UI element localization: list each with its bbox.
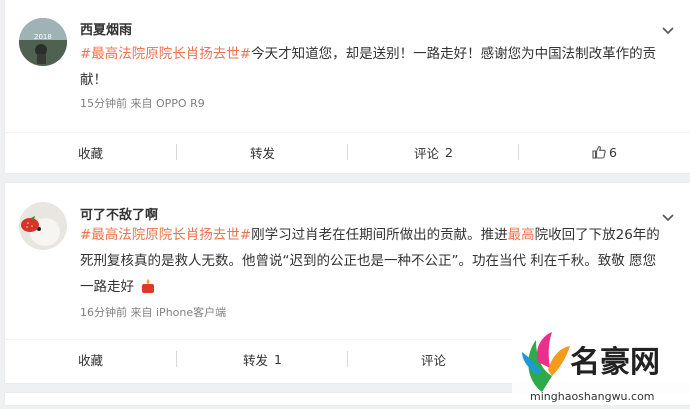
chevron-down-icon[interactable] [662, 20, 674, 39]
collect-button[interactable]: 收藏 [5, 339, 176, 379]
comment-count: 2 [445, 144, 453, 160]
action-bar: 收藏 转发 评论 2 6 [5, 132, 690, 172]
post-source[interactable]: OPPO R9 [156, 97, 205, 110]
post-meta: 16分钟前 来自 iPhone客户端 [80, 304, 226, 320]
like-count: 6 [609, 144, 617, 160]
topic-link[interactable]: #最高法院原院长肖扬去世# [80, 46, 251, 62]
comment-button[interactable]: 评论 [348, 339, 519, 379]
watermark-url: minghaoshangwu.com [530, 390, 655, 403]
post-source[interactable]: iPhone客户端 [156, 306, 226, 319]
avatar[interactable]: 2018 [19, 18, 67, 66]
post-meta: 15分钟前 来自 OPPO R9 [80, 95, 205, 111]
source-prefix: 来自 [130, 97, 153, 110]
watermark-name: 名豪网 [570, 345, 660, 380]
avatar[interactable] [19, 202, 67, 250]
topic-link[interactable]: #最高法院原院长肖扬去世# [80, 227, 251, 243]
post-time[interactable]: 15分钟前 [80, 97, 127, 110]
avatar-caption: 2018 [34, 33, 52, 41]
source-prefix: 来自 [130, 306, 153, 319]
comment-button[interactable]: 评论 2 [348, 132, 519, 172]
thumbs-up-icon [592, 145, 606, 159]
username[interactable]: 可了不敌了啊 [80, 204, 158, 223]
candle-emoji-icon [140, 277, 156, 303]
watermark-logo: 名豪网 minghaoshangwu.com [512, 326, 690, 405]
repost-count: 1 [274, 351, 282, 367]
keyword-highlight[interactable]: 最高 [508, 227, 535, 243]
post-card: 2018 西夏烟雨 #最高法院原院长肖扬去世#今天才知道您，却是送别！一路走好！… [5, 0, 690, 173]
like-button[interactable]: 6 [519, 132, 690, 172]
post-time[interactable]: 16分钟前 [80, 306, 127, 319]
repost-button[interactable]: 转发 1 [177, 339, 348, 379]
username[interactable]: 西夏烟雨 [80, 19, 132, 38]
collect-button[interactable]: 收藏 [5, 132, 176, 172]
post-content: #最高法院原院长肖扬去世#刚学习过肖老在任期间所做出的贡献。推进最高院收回了下放… [80, 222, 660, 303]
repost-button[interactable]: 转发 [177, 132, 348, 172]
chevron-down-icon[interactable] [662, 207, 674, 226]
post-text: 刚学习过肖老在任期间所做出的贡献。推进 [251, 227, 508, 243]
post-content: #最高法院原院长肖扬去世#今天才知道您，却是送别！一路走好！感谢您为中国法制改革… [80, 41, 660, 93]
